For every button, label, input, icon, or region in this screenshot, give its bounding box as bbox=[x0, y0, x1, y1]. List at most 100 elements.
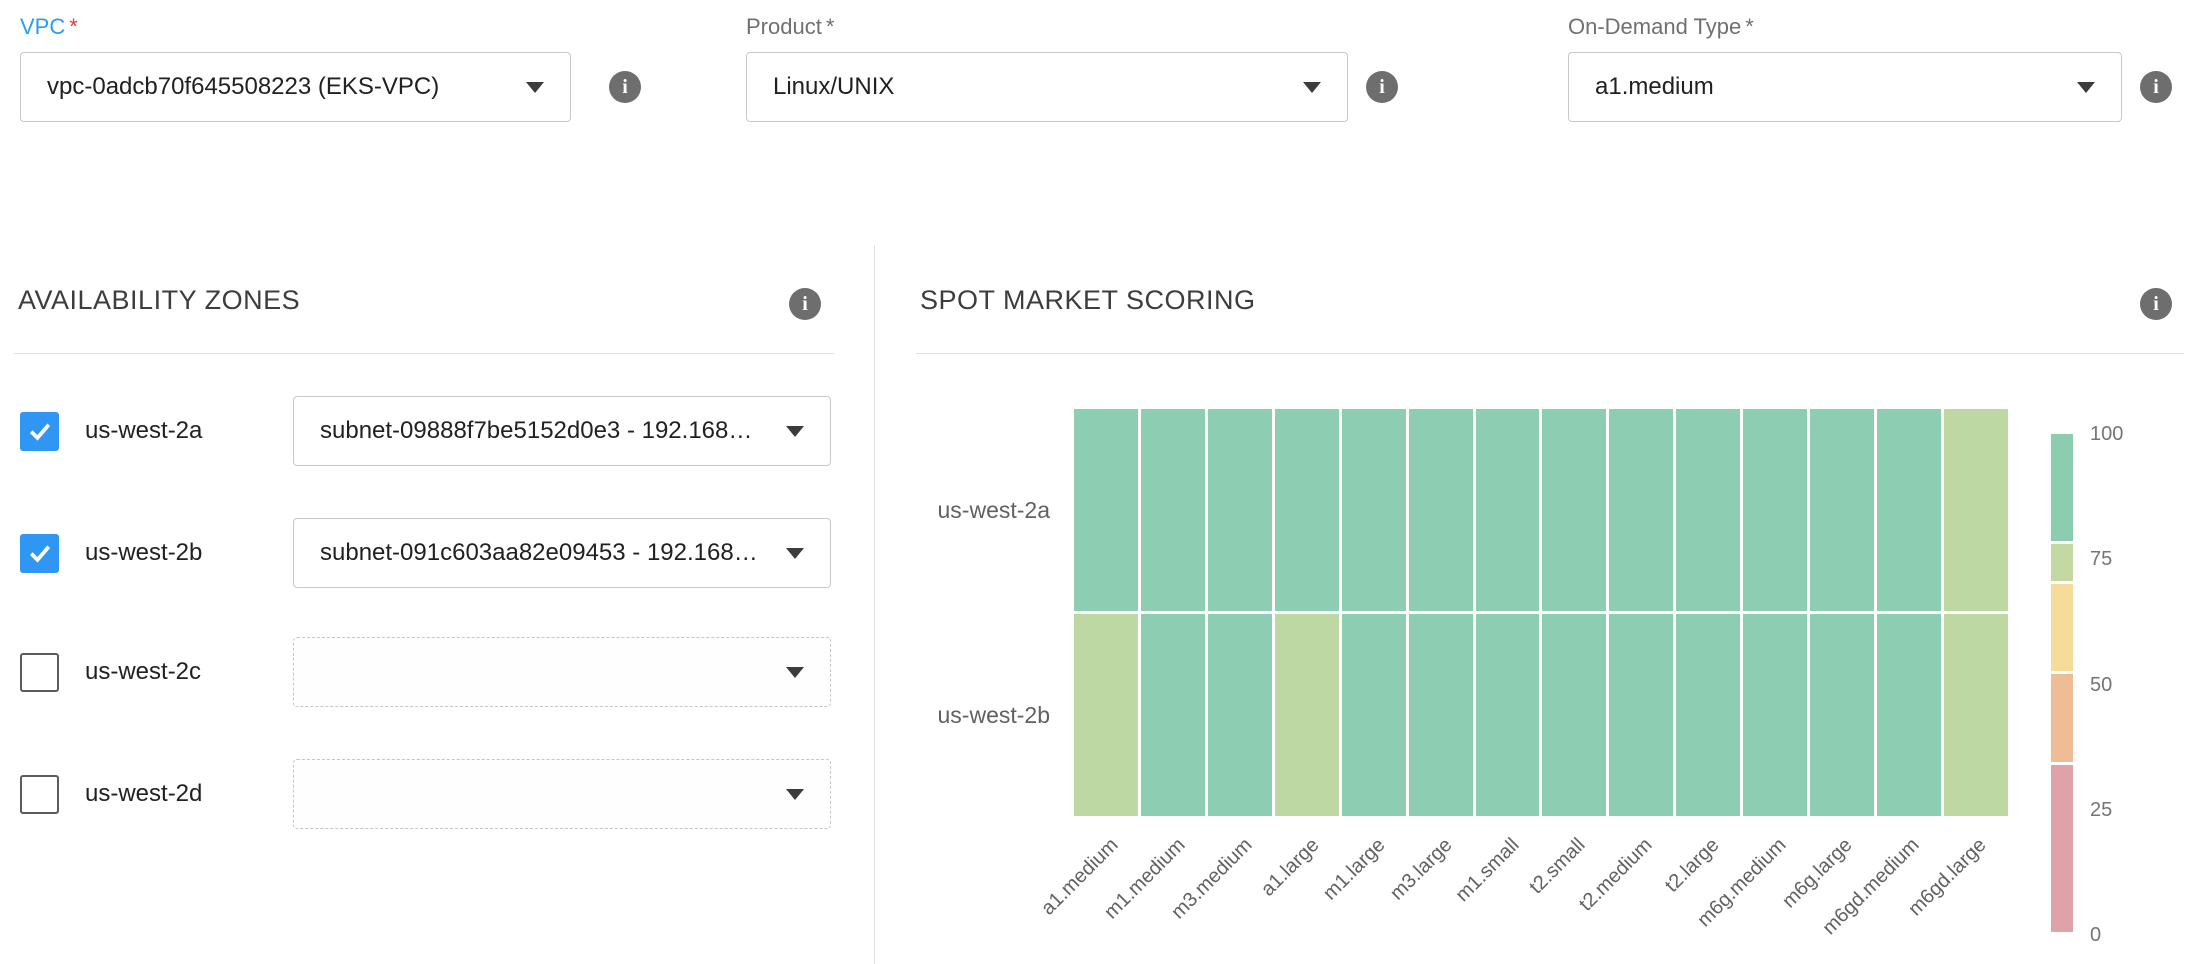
heatmap-cell bbox=[1074, 614, 1138, 816]
on-demand-type-field: On-Demand Type* a1.medium bbox=[1568, 14, 2122, 122]
on-demand-type-select[interactable]: a1.medium bbox=[1568, 52, 2122, 122]
chevron-down-icon bbox=[786, 548, 804, 559]
on-demand-type-label: On-Demand Type* bbox=[1568, 14, 2122, 40]
colorbar-segment bbox=[2051, 765, 2073, 932]
heatmap-cell bbox=[1676, 614, 1740, 816]
spot-market-heatmap bbox=[1074, 409, 2008, 816]
colorbar-tick-label: 75 bbox=[2090, 547, 2112, 571]
vpc-select[interactable]: vpc-0adcb70f645508223 (EKS-VPC) bbox=[20, 52, 571, 122]
colorbar-tick-label: 50 bbox=[2090, 673, 2112, 697]
on-demand-type-label-text: On-Demand Type bbox=[1568, 14, 1741, 39]
heatmap-cell bbox=[1141, 409, 1205, 611]
heatmap-cell bbox=[1944, 614, 2008, 816]
az-row-us-west-2d: us-west-2d bbox=[20, 759, 831, 829]
heatmap-cell bbox=[1476, 409, 1540, 611]
product-required-marker: * bbox=[826, 14, 835, 39]
on-demand-type-select-value: a1.medium bbox=[1595, 73, 2061, 101]
heatmap-cell bbox=[1743, 614, 1807, 816]
chevron-down-icon bbox=[1303, 82, 1321, 93]
heatmap-cell bbox=[1944, 409, 2008, 611]
heatmap-cell bbox=[1609, 409, 1673, 611]
heatmap-y-label: us-west-2a bbox=[880, 497, 1050, 524]
zone-label: us-west-2b bbox=[85, 539, 249, 567]
product-info-icon[interactable]: i bbox=[1366, 71, 1398, 103]
colorbar-tick-label: 100 bbox=[2090, 422, 2123, 446]
heatmap-cell bbox=[1609, 614, 1673, 816]
colorbar-segment bbox=[2051, 434, 2073, 541]
heatmap-cell bbox=[1342, 614, 1406, 816]
subnet-select-us-west-2c[interactable] bbox=[293, 637, 831, 707]
subnet-select-us-west-2a[interactable]: subnet-09888f7be5152d0e3 - 192.168… bbox=[293, 396, 831, 466]
subnet-select-value: subnet-091c603aa82e09453 - 192.168… bbox=[320, 539, 770, 567]
heatmap-cell bbox=[1810, 614, 1874, 816]
product-field: Product* Linux/UNIX bbox=[746, 14, 1348, 122]
on-demand-type-info-icon[interactable]: i bbox=[2140, 71, 2172, 103]
spot-market-scoring-divider bbox=[916, 353, 2184, 354]
heatmap-y-label: us-west-2b bbox=[880, 702, 1050, 729]
heatmap-cell bbox=[1342, 409, 1406, 611]
vpc-required-marker: * bbox=[69, 14, 78, 39]
heatmap-cell bbox=[1810, 409, 1874, 611]
heatmap-x-label: a1.medium bbox=[973, 834, 1124, 964]
colorbar-tick-label: 25 bbox=[2090, 798, 2112, 822]
availability-zones-info-icon[interactable]: i bbox=[789, 288, 821, 320]
vpc-label-text: VPC bbox=[20, 14, 65, 39]
heatmap-cell bbox=[1275, 409, 1339, 611]
zone-label: us-west-2d bbox=[85, 780, 249, 808]
heatmap-cell bbox=[1074, 409, 1138, 611]
subnet-select-us-west-2d[interactable] bbox=[293, 759, 831, 829]
heatmap-cell bbox=[1676, 409, 1740, 611]
checkbox-us-west-2c[interactable] bbox=[20, 653, 59, 692]
spot-market-scoring-title: SPOT MARKET SCORING bbox=[920, 285, 1256, 316]
chevron-down-icon bbox=[786, 667, 804, 678]
product-select[interactable]: Linux/UNIX bbox=[746, 52, 1348, 122]
checkbox-us-west-2b[interactable] bbox=[20, 534, 59, 573]
heatmap-cell bbox=[1476, 614, 1540, 816]
heatmap-cell bbox=[1141, 614, 1205, 816]
chevron-down-icon bbox=[526, 82, 544, 93]
heatmap-cell bbox=[1208, 409, 1272, 611]
section-divider bbox=[874, 245, 875, 964]
zone-label: us-west-2a bbox=[85, 417, 249, 445]
colorbar-segment bbox=[2051, 544, 2073, 581]
checkbox-us-west-2d[interactable] bbox=[20, 775, 59, 814]
heatmap-cell bbox=[1275, 614, 1339, 816]
heatmap-cell bbox=[1743, 409, 1807, 611]
colorbar-segment bbox=[2051, 584, 2073, 671]
product-label-text: Product bbox=[746, 14, 822, 39]
colorbar-segment bbox=[2051, 674, 2073, 761]
heatmap-cell bbox=[1208, 614, 1272, 816]
heatmap-cell bbox=[1877, 614, 1941, 816]
colorbar-tick-label: 0 bbox=[2090, 923, 2101, 947]
availability-zones-title: AVAILABILITY ZONES bbox=[18, 285, 300, 316]
on-demand-type-required-marker: * bbox=[1745, 14, 1754, 39]
check-icon bbox=[25, 416, 55, 446]
chevron-down-icon bbox=[786, 426, 804, 437]
check-icon bbox=[25, 538, 55, 568]
checkbox-us-west-2a[interactable] bbox=[20, 412, 59, 451]
az-row-us-west-2a: us-west-2a subnet-09888f7be5152d0e3 - 19… bbox=[20, 396, 831, 466]
vpc-info-icon[interactable]: i bbox=[609, 71, 641, 103]
subnet-select-us-west-2b[interactable]: subnet-091c603aa82e09453 - 192.168… bbox=[293, 518, 831, 588]
heatmap-cell bbox=[1409, 409, 1473, 611]
vpc-label: VPC* bbox=[20, 14, 571, 40]
heatmap-x-axis: a1.mediumm1.mediumm3.mediuma1.largem1.la… bbox=[1074, 820, 2008, 964]
spot-cluster-config-page: VPC* vpc-0adcb70f645508223 (EKS-VPC) i P… bbox=[0, 0, 2196, 964]
subnet-select-value: subnet-09888f7be5152d0e3 - 192.168… bbox=[320, 417, 770, 445]
heatmap-row bbox=[1074, 614, 2008, 816]
chevron-down-icon bbox=[786, 789, 804, 800]
heatmap-colorbar bbox=[2051, 434, 2073, 935]
product-label: Product* bbox=[746, 14, 1348, 40]
heatmap-y-axis: us-west-2a us-west-2b bbox=[880, 409, 1050, 816]
heatmap-row bbox=[1074, 409, 2008, 611]
az-row-us-west-2c: us-west-2c bbox=[20, 637, 831, 707]
heatmap-cell bbox=[1542, 614, 1606, 816]
heatmap-cell bbox=[1542, 409, 1606, 611]
availability-zones-divider bbox=[14, 353, 834, 354]
az-row-us-west-2b: us-west-2b subnet-091c603aa82e09453 - 19… bbox=[20, 518, 831, 588]
spot-market-scoring-info-icon[interactable]: i bbox=[2140, 288, 2172, 320]
heatmap-cell bbox=[1409, 614, 1473, 816]
heatmap-colorbar-ticks: 1007550250 bbox=[2090, 434, 2160, 935]
vpc-field: VPC* vpc-0adcb70f645508223 (EKS-VPC) bbox=[20, 14, 571, 122]
zone-label: us-west-2c bbox=[85, 658, 249, 686]
